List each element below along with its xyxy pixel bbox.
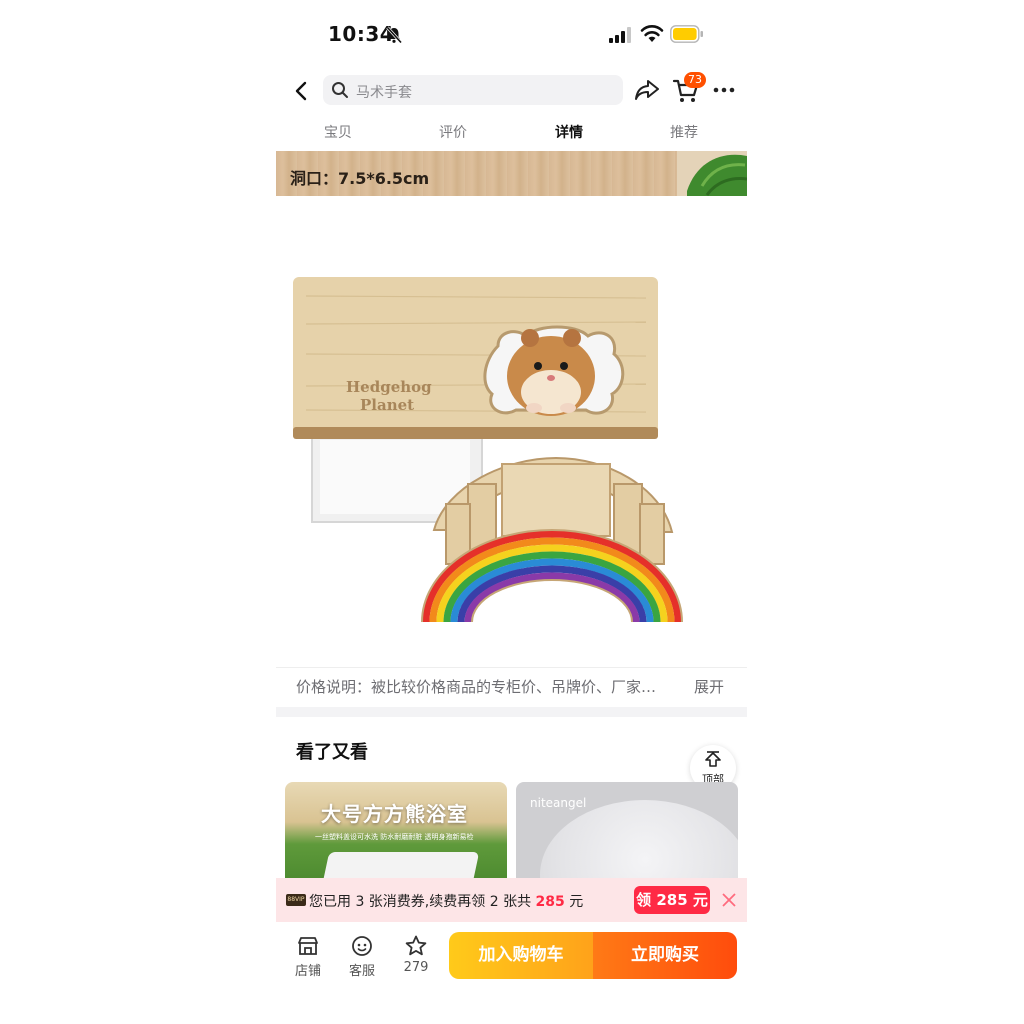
- expand-link[interactable]: 展开: [694, 676, 724, 697]
- silent-bell-icon: [386, 26, 403, 44]
- coupon-text-suffix: 元: [564, 894, 584, 910]
- buy-now-button[interactable]: 立即购买: [593, 932, 737, 979]
- card-subtitle: 一丝塑料盖设可水洗 防水耐磨耐脏 透明身孢新易检: [315, 833, 474, 841]
- coupon-text-prefix: 您已用 3 张消费券,续费再领 2 张共: [309, 894, 536, 910]
- section-gap: [276, 707, 747, 717]
- favorites-count: 279: [403, 960, 429, 975]
- search-input[interactable]: 马术手套: [323, 75, 623, 105]
- store-button[interactable]: 店铺: [288, 934, 328, 979]
- back-arrow-icon[interactable]: [290, 79, 314, 103]
- hamster-hideout-illustration: Hedgehog Planet: [293, 277, 683, 623]
- see-also-title: 看了又看: [296, 742, 368, 763]
- price-note: 价格说明：被比较价格商品的专柜价、吊牌价、厂家…: [296, 678, 657, 696]
- hole-size-text: 洞口：7.5*6.5cm: [290, 169, 430, 188]
- tab-details[interactable]: 详情: [539, 122, 599, 142]
- coupon-bar: 88VIP 您已用 3 张消费券,续费再领 2 张共 285 元 领 285 元: [276, 878, 747, 922]
- arrow-up-icon: [705, 751, 721, 767]
- hole-size-banner: 洞口：7.5*6.5cm: [276, 151, 747, 196]
- customer-service-icon: [352, 936, 372, 956]
- customer-service-label: 客服: [348, 964, 375, 979]
- divider: [276, 667, 747, 668]
- star-icon: [405, 935, 427, 956]
- search-icon: [332, 82, 348, 98]
- more-options-icon[interactable]: [712, 80, 736, 100]
- customer-service-button[interactable]: 客服: [342, 934, 382, 979]
- card-title: 大号方方熊浴室: [321, 802, 468, 826]
- product-photo[interactable]: Hedgehog Planet: [276, 196, 747, 666]
- card-product-shape: [540, 800, 738, 882]
- phone-screen: 10:34 马术手套 73 宝贝 评价 详情 推荐 洞口：7.5*6.5cm H…: [276, 0, 747, 1024]
- recommend-card[interactable]: 大号方方熊浴室 一丝塑料盖设可水洗 防水耐磨耐脏 透明身孢新易检: [285, 782, 507, 882]
- card-brand-logo: niteangel: [530, 796, 587, 810]
- close-icon[interactable]: [720, 891, 738, 909]
- status-bar: 10:34: [276, 18, 747, 52]
- coupon-text: 您已用 3 张消费券,续费再领 2 张共 285 元: [309, 891, 583, 911]
- battery-icon: [670, 25, 703, 43]
- add-to-cart-button[interactable]: 加入购物车: [449, 932, 593, 979]
- tab-reviews[interactable]: 评价: [423, 122, 483, 142]
- section-tabs: 宝贝 评价 详情 推荐: [276, 118, 747, 146]
- bottom-action-bar: 店铺 客服 279 加入购物车 立即购买: [276, 922, 747, 992]
- vip-badge: 88VIP: [286, 894, 306, 906]
- leaf-decoration: [677, 151, 747, 196]
- tab-item[interactable]: 宝贝: [308, 122, 368, 142]
- recommend-card[interactable]: niteangel: [516, 782, 738, 882]
- top-nav: 马术手套 73: [276, 72, 747, 110]
- search-placeholder: 马术手套: [356, 85, 412, 101]
- coupon-amount: 285: [535, 894, 565, 910]
- brand-line-1: Hedgehog: [346, 378, 432, 396]
- claim-coupon-button[interactable]: 领 285 元: [634, 886, 710, 914]
- cart-count-badge: 73: [684, 72, 706, 88]
- share-icon[interactable]: [634, 78, 660, 102]
- brand-line-2: Planet: [360, 396, 414, 414]
- tab-recommend[interactable]: 推荐: [654, 122, 714, 142]
- cell-signal-icon: [609, 27, 631, 43]
- favorite-button[interactable]: 279: [396, 934, 436, 975]
- store-label: 店铺: [294, 964, 321, 979]
- wifi-icon: [640, 25, 664, 42]
- store-icon: [298, 937, 318, 955]
